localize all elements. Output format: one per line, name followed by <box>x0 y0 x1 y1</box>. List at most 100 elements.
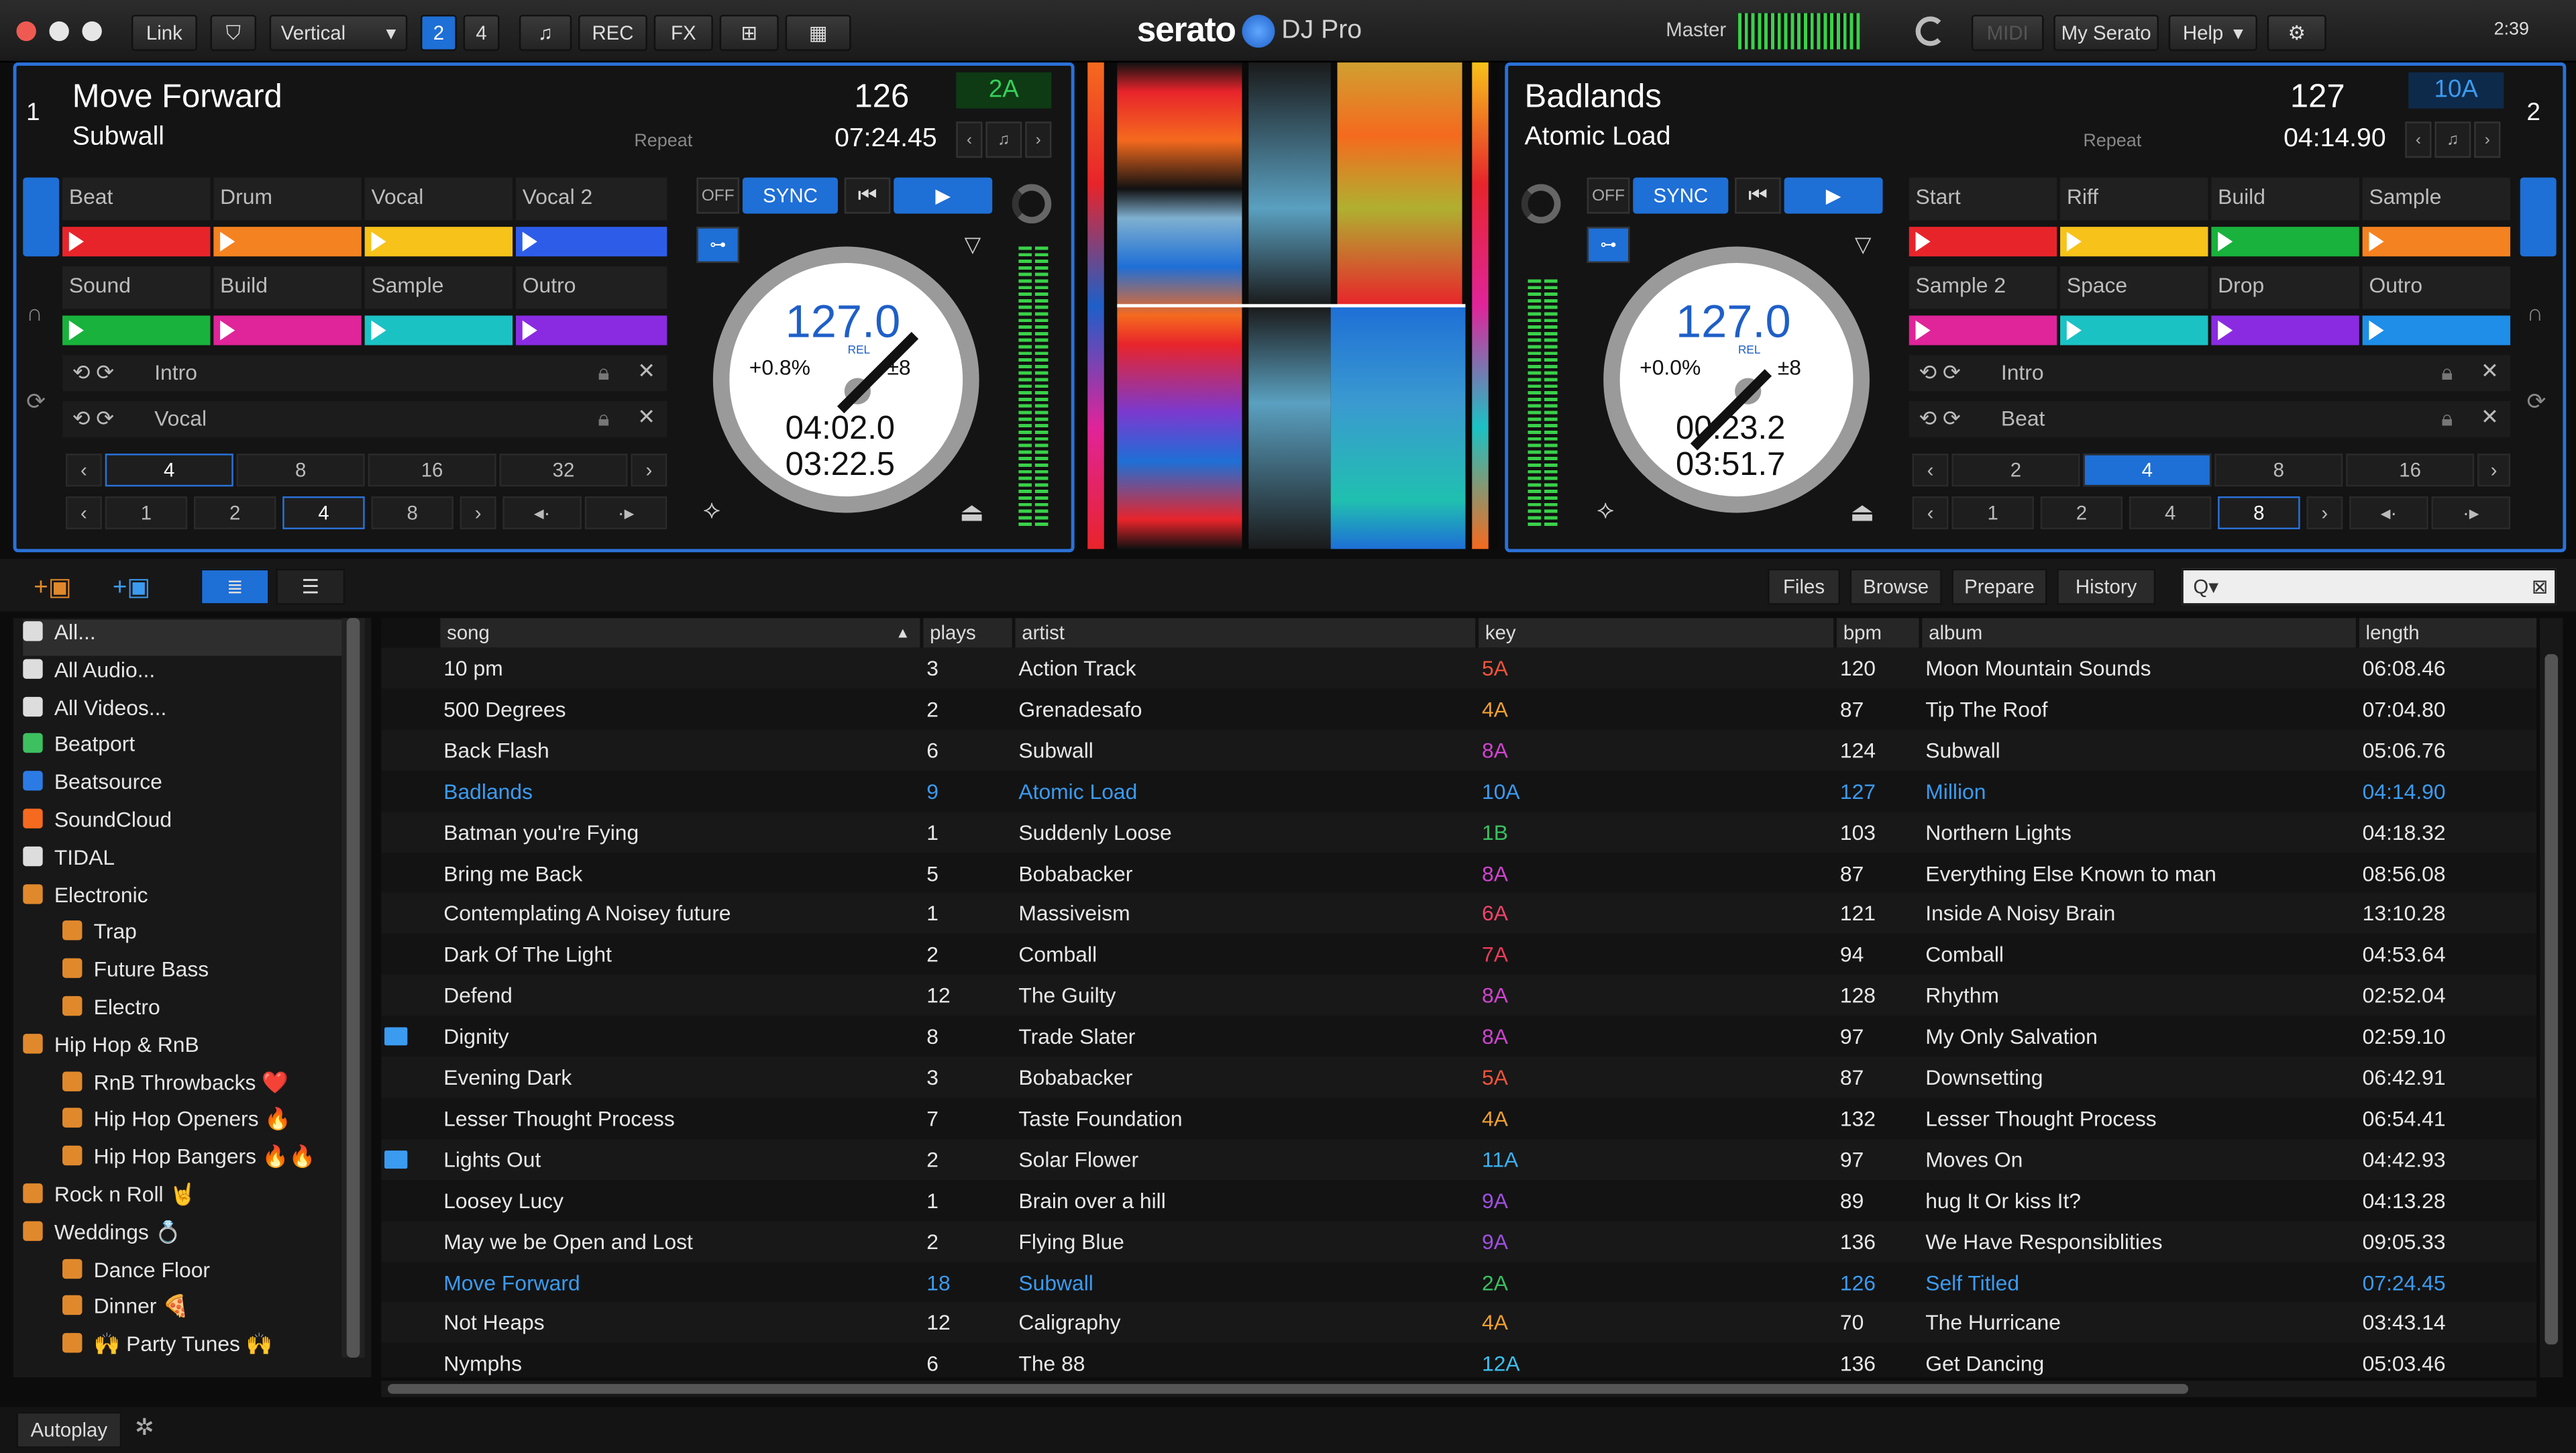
minimize-window-icon[interactable] <box>49 21 69 42</box>
hot-cue-pad[interactable] <box>2211 315 2359 345</box>
tracks-hscrollbar[interactable] <box>381 1381 2537 1397</box>
track-row[interactable]: Loosey Lucy 1 Brain over a hill 9A 89 hug It … <box>381 1179 2537 1221</box>
beat-jump-size[interactable]: 1 <box>105 496 188 529</box>
hot-cue-pad[interactable] <box>213 227 362 257</box>
chevron-right-icon[interactable]: › <box>2306 496 2343 529</box>
crates-scrollbar[interactable] <box>341 618 365 1358</box>
lock-icon[interactable]: 🔒︎ <box>2441 406 2453 432</box>
eject-icon[interactable]: ⏏ <box>959 496 984 529</box>
crate-item[interactable]: RnB Throwbacks ❤️ <box>62 1069 288 1106</box>
two-deck-button[interactable]: 2 <box>420 15 457 51</box>
hot-cue-pad[interactable] <box>2060 227 2208 257</box>
sync-button[interactable]: SYNC <box>1633 177 1729 214</box>
skip-back-icon[interactable]: ⏮ <box>844 177 891 214</box>
censor-icon[interactable]: ⟡ <box>1597 496 1614 526</box>
auto-loop-size[interactable]: 8 <box>236 453 365 487</box>
headphone-cue-icon[interactable]: ∩ <box>2527 299 2544 325</box>
maximize-window-icon[interactable] <box>82 21 102 42</box>
track-row[interactable]: Badlands 9 Atomic Load 10A 127 Million 04:14.9… <box>381 770 2537 812</box>
crate-item[interactable]: SoundCloud <box>23 807 172 843</box>
crate-item[interactable]: 🙌 Party Tunes 🙌 <box>62 1332 272 1368</box>
chevron-right-icon[interactable]: › <box>631 453 667 487</box>
crate-item[interactable]: All Videos... <box>23 694 166 731</box>
autoplay-button[interactable]: Autoplay <box>16 1411 122 1448</box>
skip-back-icon[interactable]: ⏮ <box>1735 177 1781 214</box>
track-row[interactable]: Lights Out 2 Solar Flower 11A 97 Moves On 04:4… <box>381 1138 2537 1180</box>
hot-cue-pad[interactable] <box>515 315 667 345</box>
column-artist[interactable]: artist <box>1015 618 1476 648</box>
beat-jump-size[interactable]: 8 <box>371 496 453 529</box>
auto-loop-size[interactable]: 4 <box>105 453 233 487</box>
column-plays[interactable]: plays <box>923 618 1012 648</box>
jump-back-icon[interactable]: ◂· <box>2349 496 2428 529</box>
fx-button[interactable]: FX <box>653 15 713 51</box>
track-row[interactable]: Defend 12 The Guilty 8A 128 Rhythm 02:52.04 <box>381 975 2537 1016</box>
repeat-label[interactable]: Repeat <box>2083 131 2141 151</box>
tracks-hscroll-thumb[interactable] <box>387 1384 2189 1394</box>
auto-loop-size[interactable]: 2 <box>1951 453 2080 487</box>
chevron-left-icon[interactable]: ‹ <box>65 453 102 487</box>
beat-jump-size[interactable]: 2 <box>2040 496 2123 529</box>
crate-item[interactable]: Dinner 🍕 <box>62 1294 189 1330</box>
cue-mode-icon[interactable] <box>23 177 60 257</box>
close-icon[interactable]: ✕ <box>2481 405 2499 431</box>
crate-item[interactable]: Electro <box>62 994 160 1030</box>
column-album[interactable]: album <box>1922 618 2356 648</box>
crate-item[interactable]: All Audio... <box>23 657 155 694</box>
auto-loop-size[interactable]: 4 <box>2083 453 2212 487</box>
prev-icon[interactable]: ‹ <box>2405 121 2432 158</box>
hot-cue-pad[interactable] <box>364 315 513 345</box>
crate-item[interactable]: Trap <box>62 920 137 956</box>
list-view-icon[interactable]: ≣ <box>200 568 270 605</box>
layout-select[interactable]: Vertical ▾ <box>269 15 408 51</box>
track-row[interactable]: 10 pm 3 Action Track 5A 120 Moon Mountain Sou… <box>381 647 2537 689</box>
repeat-label[interactable]: Repeat <box>634 131 692 151</box>
crate-item[interactable]: All... <box>23 619 349 656</box>
saved-loop-row[interactable]: ⟲ ⟳ Intro 🔒︎ ✕ <box>1909 355 2511 392</box>
censor-icon[interactable]: ⟡ <box>703 496 720 526</box>
clear-search-icon[interactable]: ⊠ <box>2532 576 2548 598</box>
hot-cue-pad[interactable] <box>2362 315 2511 345</box>
auto-loop-size[interactable]: 32 <box>499 453 628 487</box>
beat-jump-size[interactable]: 2 <box>193 496 276 529</box>
lock-icon[interactable]: 🔒︎ <box>2441 360 2453 386</box>
chevron-left-icon[interactable]: ‹ <box>65 496 102 529</box>
close-icon[interactable]: ✕ <box>637 405 655 431</box>
virtual-platter[interactable]: 127.0 REL +0.0% ±8 00:23.2 03:51.7 <box>1603 246 1870 513</box>
track-row[interactable]: Dark Of The Light 2 Comball 7A 94 Comball 04:5… <box>381 934 2537 975</box>
saved-loop-row[interactable]: ⟲ ⟳ Beat 🔒︎ ✕ <box>1909 400 2511 437</box>
autoplay-settings-icon[interactable]: ✲ <box>135 1413 154 1442</box>
lock-icon[interactable]: 🔒︎ <box>598 360 609 386</box>
beat-jump-size[interactable]: 8 <box>2218 496 2300 529</box>
track-row[interactable]: Not Heaps 12 Caligraphy 4A 70 The Hurricane 03… <box>381 1302 2537 1344</box>
search-input[interactable]: Q▾ ⊠ <box>2182 568 2557 605</box>
beat-jump-size[interactable]: 4 <box>282 496 365 529</box>
browse-button[interactable]: Browse <box>1849 568 1942 605</box>
prev-icon[interactable]: ‹ <box>956 121 983 158</box>
hot-cue-pad[interactable] <box>2211 227 2359 257</box>
key-lock-icon[interactable]: ♫ <box>2434 121 2471 158</box>
files-button[interactable]: Files <box>1768 568 1840 605</box>
crate-item[interactable]: Weddings 💍 <box>23 1220 181 1256</box>
tracks-scrollbar[interactable] <box>2540 618 2563 1378</box>
chevron-right-icon[interactable]: › <box>2477 453 2511 487</box>
crate-item[interactable]: Rock n Roll 🤘 <box>23 1182 196 1218</box>
four-deck-button[interactable]: 4 <box>463 15 500 51</box>
crate-item[interactable]: TIDAL <box>23 845 115 881</box>
jump-forward-icon[interactable]: ·▸ <box>584 496 667 529</box>
jump-back-icon[interactable]: ◂· <box>502 496 582 529</box>
column-length[interactable]: length <box>2359 618 2537 648</box>
hot-cue-pad[interactable] <box>2362 227 2511 257</box>
add-crate-icon[interactable]: +▣ <box>19 569 85 605</box>
hot-cue-pad[interactable] <box>1909 315 2057 345</box>
sampler-icon[interactable]: ⊞ <box>719 15 779 51</box>
rec-button[interactable]: REC <box>578 15 647 51</box>
pitch-knob-icon[interactable] <box>1012 184 1052 224</box>
crate-item[interactable]: Hip Hop Bangers 🔥🔥 <box>62 1144 315 1181</box>
waveform-overview[interactable] <box>1077 62 1499 549</box>
link-icon[interactable]: ⊶ <box>1587 227 1630 264</box>
shield-icon[interactable]: ⛉ <box>210 15 257 51</box>
headphone-cue-icon[interactable]: ∩ <box>26 299 43 325</box>
crate-item[interactable]: Future Bass <box>62 957 209 993</box>
beat-jump-size[interactable]: 1 <box>1951 496 2034 529</box>
